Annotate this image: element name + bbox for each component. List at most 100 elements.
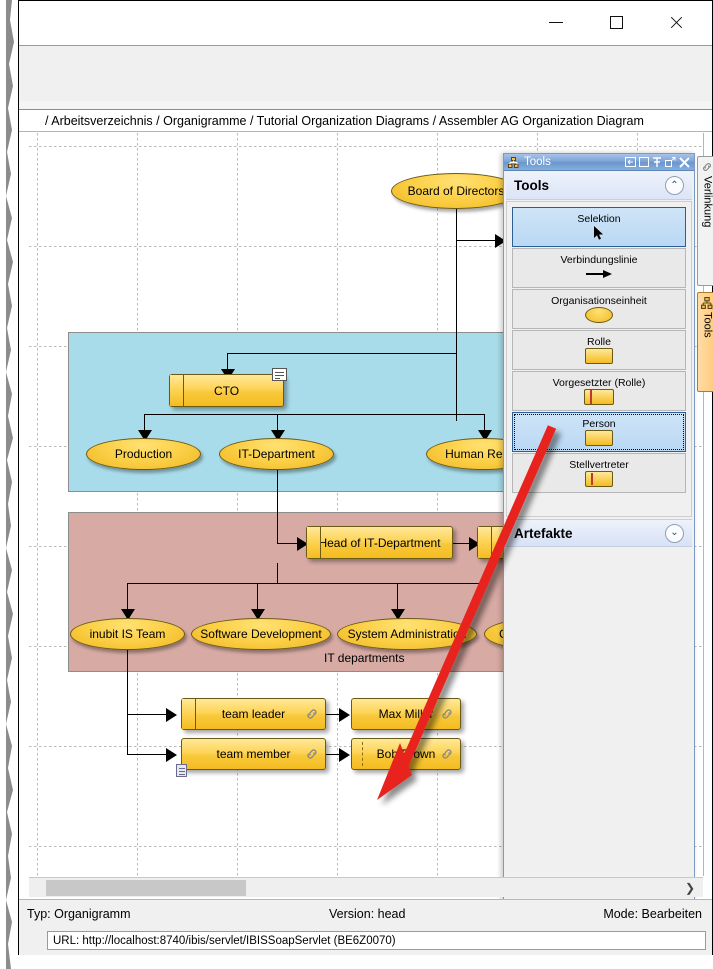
node-label: Board of Directors	[408, 184, 505, 198]
node-max-miller[interactable]: Max Miller	[351, 698, 461, 730]
side-tab-strip[interactable]: Verlinkung Tools	[697, 156, 713, 476]
node-team-leader[interactable]: team leader	[181, 698, 326, 730]
note-icon[interactable]	[272, 368, 287, 381]
restore-left-icon[interactable]	[625, 157, 636, 167]
node-cto[interactable]: CTO	[169, 374, 284, 407]
url-bar: URL: http://localhost:8740/ibis/servlet/…	[19, 927, 712, 955]
pin-icon[interactable]	[652, 157, 662, 168]
breadcrumb[interactable]: / Arbeitsverzeichnis / Organigramme / Tu…	[19, 110, 712, 132]
node-software-development[interactable]: Software Development	[191, 618, 331, 650]
minimize-button[interactable]	[534, 7, 578, 37]
chevron-down-icon[interactable]: ⌄	[665, 524, 684, 543]
maximize-icon[interactable]	[639, 157, 649, 167]
close-icon	[669, 15, 684, 30]
role-marker	[170, 375, 184, 406]
document-icon[interactable]	[176, 764, 187, 777]
status-type: Typ: Organigramm	[27, 907, 131, 921]
node-label: Head of IT-Department	[318, 536, 440, 550]
tool-item-rolle[interactable]: Rolle	[512, 330, 686, 370]
maximize-button[interactable]	[594, 7, 638, 37]
tools-panel[interactable]: Tools	[503, 153, 695, 901]
link-icon[interactable]	[305, 707, 319, 721]
link-icon[interactable]	[440, 747, 454, 761]
node-label: CTO	[214, 384, 239, 398]
tool-label: Rolle	[587, 337, 611, 348]
node-production[interactable]: Production	[86, 438, 201, 470]
status-bar: Typ: Organigramm Version: head Mode: Bea…	[19, 899, 712, 928]
application-window: / Arbeitsverzeichnis / Organigramme / Tu…	[18, 0, 713, 955]
ellipse-icon	[585, 308, 613, 322]
node-label: Software Development	[200, 627, 321, 641]
region-it-label: IT departments	[324, 651, 404, 665]
url-field[interactable]: URL: http://localhost:8740/ibis/servlet/…	[47, 931, 706, 950]
main-toolbar[interactable]	[19, 46, 712, 102]
node-label: IT-Department	[238, 447, 315, 461]
rectangle-icon	[585, 349, 613, 363]
node-board-of-directors[interactable]: Board of Directors	[391, 173, 521, 209]
tool-label: Selektion	[577, 214, 620, 225]
chevron-right-icon: ❯	[685, 881, 695, 895]
side-tab-label: Verlinkung	[702, 176, 713, 227]
minimize-icon	[549, 22, 563, 23]
window-titlebar	[19, 1, 712, 46]
node-label: team member	[216, 747, 290, 761]
cursor-icon	[593, 226, 605, 240]
node-bob-brown[interactable]: Bob Brown	[351, 738, 461, 770]
arrow-right-icon	[586, 267, 612, 281]
tool-item-verbindungslinie[interactable]: Verbindungslinie	[512, 248, 686, 288]
tool-item-stellvertreter[interactable]: Stellvertreter	[512, 453, 686, 493]
artefakte-section-title: Artefakte	[514, 526, 573, 541]
close-button[interactable]	[654, 7, 698, 37]
rectangle-role-icon	[584, 390, 614, 404]
horizontal-scrollbar[interactable]: ❯	[29, 877, 703, 897]
node-head-of-it-department[interactable]: Head of IT-Department	[306, 526, 453, 559]
tool-label: Vorgesetzter (Rolle)	[553, 378, 646, 389]
rectangle-person-icon	[585, 431, 613, 445]
tools-list[interactable]: Selektion Verbindungslinie Organisations…	[506, 201, 692, 517]
tools-icon	[508, 157, 519, 168]
side-tab-verlinkung[interactable]: Verlinkung	[697, 156, 713, 286]
close-icon[interactable]	[679, 157, 690, 168]
tool-item-selektion[interactable]: Selektion	[512, 207, 686, 247]
node-label: Production	[115, 447, 172, 461]
scroll-right-button[interactable]: ❯	[683, 880, 697, 896]
role-marker	[182, 699, 196, 729]
link-icon[interactable]	[305, 747, 319, 761]
tools-panel-title: Tools	[524, 156, 551, 168]
float-icon[interactable]	[665, 157, 676, 167]
tool-label: Verbindungslinie	[560, 255, 637, 266]
node-label: Bob Brown	[377, 747, 436, 761]
link-icon[interactable]	[440, 707, 454, 721]
expand-glyph: ⌄	[670, 528, 678, 538]
link-icon	[701, 161, 713, 173]
tools-section-header[interactable]: Tools ⌃	[506, 172, 692, 200]
tools-section-title: Tools	[514, 178, 549, 193]
node-system-administration[interactable]: System Administration	[337, 618, 477, 650]
side-tab-tools[interactable]: Tools	[697, 292, 713, 392]
tool-label: Organisationseinheit	[551, 296, 647, 307]
tools-panel-titlebar[interactable]: Tools	[504, 154, 694, 171]
rectangle-deputy-icon	[585, 472, 613, 486]
tool-label: Stellvertreter	[569, 460, 629, 471]
node-label: inubit IS Team	[90, 627, 166, 641]
role-marker	[478, 527, 492, 558]
collapse-glyph: ⌃	[670, 181, 678, 191]
node-label: Max Miller	[379, 707, 434, 721]
deputy-marker	[362, 742, 363, 766]
tools-panel-titlebar-buttons	[625, 157, 690, 168]
tool-item-organisationseinheit[interactable]: Organisationseinheit	[512, 289, 686, 329]
scrollbar-thumb[interactable]	[46, 880, 246, 896]
tool-item-person[interactable]: Person	[512, 412, 686, 452]
node-inubit-is-team[interactable]: inubit IS Team	[70, 618, 185, 650]
tools-icon	[701, 297, 713, 309]
node-label: team leader	[222, 707, 285, 721]
breadcrumb-path: / Arbeitsverzeichnis / Organigramme / Tu…	[45, 114, 644, 128]
node-label: System Administration	[348, 627, 467, 641]
node-team-member[interactable]: team member	[181, 738, 326, 770]
side-tab-label: Tools	[702, 312, 713, 338]
node-it-department[interactable]: IT-Department	[219, 438, 334, 470]
artefakte-section-header[interactable]: Artefakte ⌄	[506, 519, 692, 547]
chevron-up-icon[interactable]: ⌃	[665, 176, 684, 195]
tool-item-vorgesetzter-rolle[interactable]: Vorgesetzter (Rolle)	[512, 371, 686, 411]
role-marker	[307, 527, 321, 558]
